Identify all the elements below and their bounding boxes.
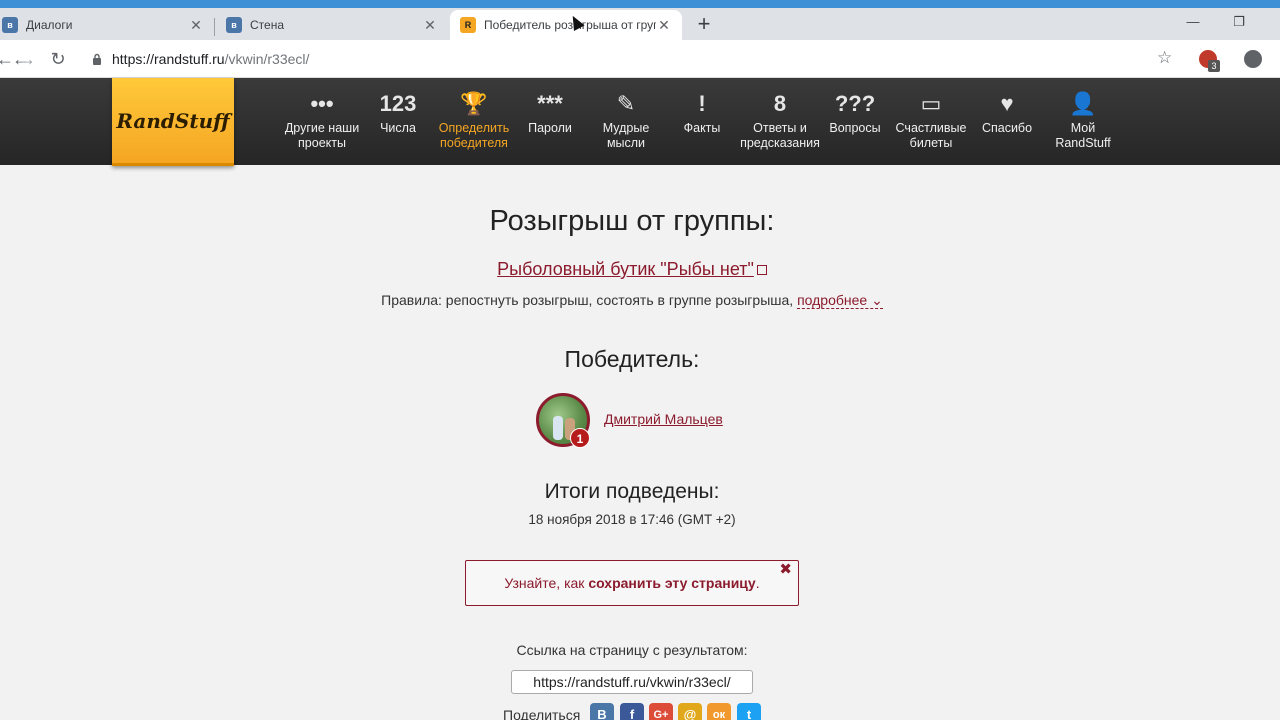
exclamation-icon: ! <box>698 90 706 116</box>
external-link-icon[interactable] <box>756 265 767 276</box>
group-link[interactable]: Рыболовный бутик "Рыбы нет" <box>497 259 754 279</box>
vk-icon: в <box>2 17 18 33</box>
url-field[interactable]: https://randstuff.ru/vkwin/r33ecl/ <box>112 51 309 67</box>
page-title: Розыгрыш от группы: <box>489 205 775 237</box>
nav-determine-winner[interactable]: 🏆 Определить победителя <box>434 88 514 151</box>
asterisks-icon: *** <box>537 90 563 116</box>
question-marks-icon: ??? <box>834 90 876 116</box>
forward-icon[interactable]: → <box>16 48 38 70</box>
close-icon[interactable]: ✕ <box>656 17 672 34</box>
nav-label: Определить победителя <box>438 121 510 150</box>
reload-icon[interactable]: ↻ <box>47 48 69 70</box>
tab-dialogs[interactable]: в Диалоги ✕ <box>0 10 214 40</box>
nav-label: Пароли <box>528 121 572 135</box>
nav-label: Факты <box>683 121 721 135</box>
group-link-row: Рыболовный бутик "Рыбы нет" <box>0 259 1264 280</box>
ticket-icon: ▭ <box>920 90 942 116</box>
nav-questions[interactable]: ??? Вопросы <box>815 88 895 136</box>
nav-label: Мой RandStuff <box>1055 121 1111 150</box>
avatar-figure <box>553 416 563 440</box>
results-heading: Итоги подведены: <box>544 480 720 503</box>
url-path: /vkwin/r33ecl/ <box>224 51 310 67</box>
site-logo[interactable]: RandStuff <box>112 78 234 166</box>
notice-suffix: . <box>755 575 760 591</box>
randstuff-favicon: R <box>460 17 476 33</box>
nav-lucky-tickets[interactable]: ▭ Счастливые билеты <box>891 88 971 151</box>
nav-label: Ответы и предсказания <box>740 121 820 150</box>
google-plus-share-button[interactable]: G+ <box>649 703 673 720</box>
back-icon[interactable]: ← <box>0 48 16 70</box>
window-top-strip <box>0 0 1280 8</box>
result-link-label: Ссылка на страницу с результатом: <box>516 642 748 658</box>
notice-prefix: Узнайте, как <box>504 575 589 591</box>
tab-title: Диалоги <box>26 18 73 32</box>
heart-icon: ♥ <box>1000 90 1014 116</box>
rules-prefix: Правила: репостнуть розыгрыш, состоять в… <box>381 292 794 308</box>
save-page-notice: Узнайте, как сохранить эту страницу. ✖ <box>465 560 799 606</box>
nav-passwords[interactable]: *** Пароли <box>510 88 590 136</box>
lock-icon <box>93 53 101 65</box>
tab-divider <box>214 18 215 36</box>
url-host: https://randstuff.ru <box>112 51 225 67</box>
odnoklassniki-share-button[interactable]: ок <box>707 703 731 720</box>
numbers-icon: 123 <box>379 90 417 116</box>
minimize-icon[interactable]: — <box>1170 14 1216 29</box>
results-date: 18 ноября 2018 в 17:46 (GMT +2) <box>528 512 736 527</box>
nav-label: Вопросы <box>829 121 881 135</box>
tab-wall[interactable]: в Стена ✕ <box>216 10 448 40</box>
logo-text: RandStuff <box>116 108 230 133</box>
restore-icon[interactable]: ❐ <box>1216 14 1262 30</box>
trophy-icon: 🏆 <box>460 90 488 116</box>
nav-label: Счастливые билеты <box>895 121 967 150</box>
nav-label: Другие наши проекты <box>284 121 360 150</box>
tab-winner-active[interactable]: R Победитель розыгрыша от груп ✕ <box>450 10 682 40</box>
notepad-icon: ✎ <box>616 90 636 116</box>
close-icon[interactable]: ✖ <box>779 562 792 577</box>
winner-heading: Победитель: <box>564 346 700 372</box>
more-details-link[interactable]: подробнее ⌄ <box>797 292 883 309</box>
profile-icon[interactable] <box>1244 50 1262 68</box>
nav-facts[interactable]: ! Факты <box>662 88 742 136</box>
nav-numbers[interactable]: 123 Числа <box>358 88 438 136</box>
rules-text: Правила: репостнуть розыгрыш, состоять в… <box>0 292 1264 309</box>
save-page-link[interactable]: сохранить эту страницу <box>588 575 755 591</box>
nav-my-randstuff[interactable]: 👤 Мой RandStuff <box>1043 88 1123 151</box>
user-icon: 👤 <box>1069 90 1097 116</box>
tab-bar: в Диалоги ✕ в Стена ✕ R Победитель розыг… <box>0 8 1280 40</box>
nav-answers[interactable]: 8 Ответы и предсказания <box>740 88 820 151</box>
magic-8-ball-icon: 8 <box>773 90 787 116</box>
vk-share-button[interactable]: В <box>590 703 614 720</box>
nav-wise-thoughts[interactable]: ✎ Мудрые мысли <box>586 88 666 151</box>
star-icon[interactable]: ☆ <box>1157 48 1172 68</box>
tab-title: Стена <box>250 18 285 32</box>
nav-label: Числа <box>380 121 416 135</box>
address-bar-controls: → ↻ https://randstuff.ru/vkwin/r33ecl/ ☆ <box>0 40 1280 78</box>
share-label: Поделиться <box>503 707 581 720</box>
winner-name-link[interactable]: Дмитрий Мальцев <box>604 411 723 427</box>
more-dots-icon: ••• <box>310 90 334 116</box>
close-icon[interactable]: ✕ <box>188 17 204 34</box>
close-icon[interactable]: ✕ <box>422 17 438 34</box>
result-url-field[interactable]: https://randstuff.ru/vkwin/r33ecl/ <box>511 670 753 694</box>
nav-label: Мудрые мысли <box>602 121 650 150</box>
nav-label: Спасибо <box>981 121 1033 135</box>
new-tab-button[interactable]: + <box>692 12 716 36</box>
winner-rank-badge: 1 <box>570 428 590 448</box>
nav-other-projects[interactable]: ••• Другие наши проекты <box>282 88 362 151</box>
mailru-share-button[interactable]: @ <box>678 703 702 720</box>
facebook-share-button[interactable]: f <box>620 703 644 720</box>
twitter-share-button[interactable]: t <box>737 703 761 720</box>
vk-icon: в <box>226 17 242 33</box>
nav-thanks[interactable]: ♥ Спасибо <box>967 88 1047 136</box>
extension-badge: 3 <box>1208 60 1220 72</box>
